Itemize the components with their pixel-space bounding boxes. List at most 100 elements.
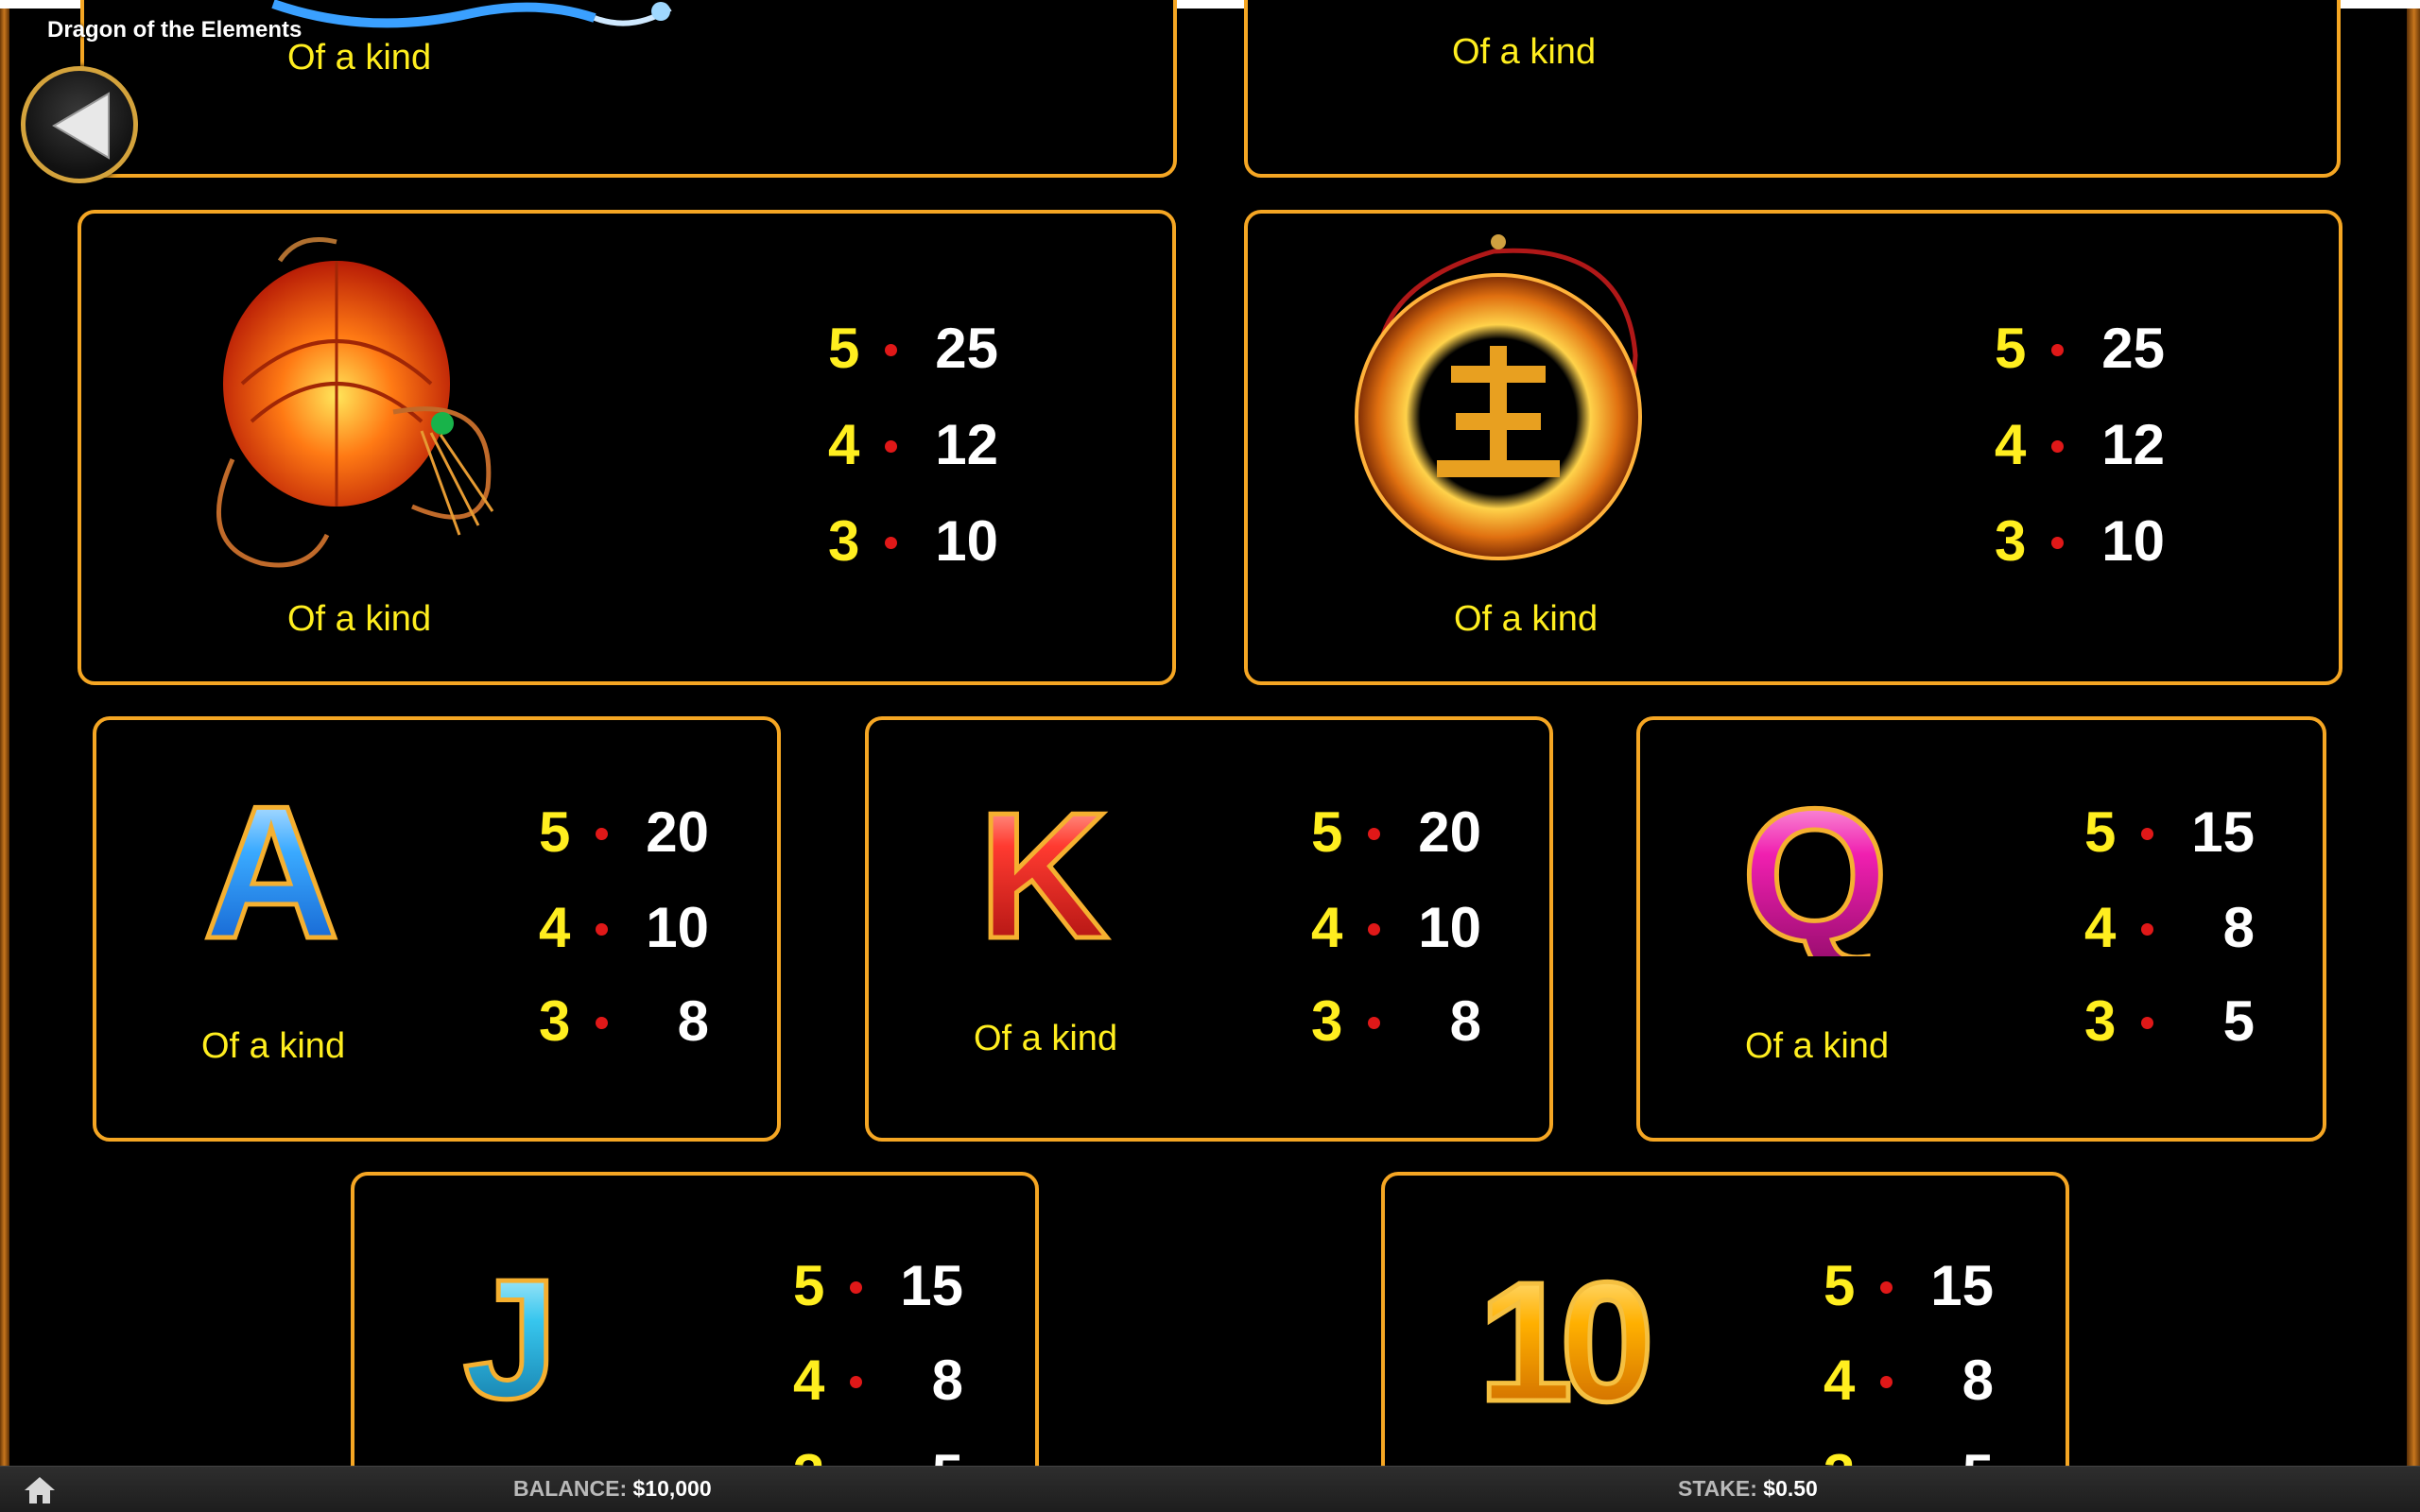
paytable-card-jack: J 5 15 4 8 3 5	[351, 1172, 1039, 1512]
payout-row-4: 4 10	[1311, 895, 1557, 971]
payout-value: 25	[2101, 317, 2165, 380]
separator-dot	[2051, 344, 2064, 356]
right-frame-border	[2407, 9, 2420, 1466]
of-a-kind-label: Of a kind	[1745, 1026, 1890, 1066]
payout-row-3: 3 10	[1995, 508, 2240, 584]
left-frame-border	[0, 9, 9, 1466]
letter-q-icon: Q	[1739, 791, 1892, 956]
symbol-count: 3	[1995, 509, 2027, 573]
separator-dot	[2141, 1017, 2153, 1029]
payout-row-4: 4 10	[539, 895, 785, 971]
symbol-count: 5	[793, 1254, 825, 1317]
game-title: Dragon of the Elements	[47, 17, 302, 43]
red-lantern-icon	[216, 237, 494, 568]
separator-dot	[596, 828, 608, 840]
payout-row-5: 5 25	[1995, 316, 2240, 391]
symbol-count: 5	[2084, 800, 2117, 864]
separator-dot	[850, 1281, 862, 1294]
paytable-card-lantern: Of a kind 5 25 4 12 3 10	[78, 210, 1176, 685]
paytable-screen: Of a kind Of a kind Dragon of the Elemen…	[0, 0, 2420, 1512]
payout-value: 12	[935, 413, 998, 476]
symbol-count: 5	[828, 317, 860, 380]
separator-dot	[2141, 923, 2153, 936]
payout-value: 10	[935, 509, 998, 573]
payout-row-3: 3 8	[1311, 988, 1557, 1064]
payout-value: 8	[1449, 989, 1481, 1053]
symbol-letter: 10	[1478, 1251, 1648, 1421]
of-a-kind-label: Of a kind	[1452, 32, 1597, 72]
balance-display: BALANCE: $10,000	[513, 1476, 712, 1502]
payout-row-5: 5 20	[539, 799, 785, 875]
of-a-kind-label: Of a kind	[287, 599, 432, 639]
payout-row-4: 4 8	[1824, 1348, 2069, 1423]
payout-value: 8	[2222, 896, 2255, 959]
payout-value: 12	[2101, 413, 2165, 476]
separator-dot	[1368, 923, 1380, 936]
stake-display: STAKE: $0.50	[1678, 1476, 1818, 1502]
payout-value: 15	[900, 1254, 963, 1317]
payout-value: 10	[2101, 509, 2165, 573]
separator-dot	[1880, 1376, 1893, 1388]
symbol-count: 5	[1824, 1254, 1856, 1317]
payout-value: 15	[1930, 1254, 1994, 1317]
of-a-kind-label: Of a kind	[287, 38, 432, 77]
stake-label: STAKE:	[1678, 1476, 1757, 1501]
earth-coin-amulet-icon	[1355, 234, 1642, 560]
dragon-tail-icon	[271, 0, 672, 28]
of-a-kind-label: Of a kind	[974, 1019, 1118, 1058]
symbol-count: 5	[1995, 317, 2027, 380]
paytable-card-ten: 10 5 15 4 8 3 5	[1381, 1172, 2069, 1512]
symbol-count: 3	[539, 989, 571, 1053]
symbol-count: 4	[1824, 1349, 1856, 1412]
separator-dot	[596, 923, 608, 936]
back-button[interactable]	[21, 66, 138, 183]
separator-dot	[2141, 828, 2153, 840]
letter-a-icon: A	[200, 786, 341, 947]
separator-dot	[1880, 1281, 1893, 1294]
payout-row-3: 3 10	[828, 508, 1074, 584]
separator-dot	[2051, 537, 2064, 549]
separator-dot	[885, 344, 897, 356]
symbol-count: 3	[1311, 989, 1343, 1053]
payout-row-3: 3 8	[539, 988, 785, 1064]
symbol-count: 4	[1311, 896, 1343, 959]
symbol-letter: Q	[1741, 791, 1889, 956]
paytable-card-coin: Of a kind 5 25 4 12 3 10	[1244, 210, 2342, 685]
letter-j-icon: J	[460, 1256, 560, 1417]
payout-row-4: 4 12	[1995, 412, 2240, 488]
payout-value: 5	[2222, 989, 2255, 1053]
separator-dot	[1368, 1017, 1380, 1029]
payout-value: 15	[2191, 800, 2255, 864]
symbol-letter: A	[203, 786, 339, 947]
balance-label: BALANCE:	[513, 1476, 628, 1501]
separator-dot	[1368, 828, 1380, 840]
symbol-count: 4	[2084, 896, 2117, 959]
symbol-count: 4	[1995, 413, 2027, 476]
payout-row-3: 3 5	[2084, 988, 2330, 1064]
payout-value: 10	[646, 896, 709, 959]
home-icon[interactable]	[23, 1474, 57, 1506]
balance-value: $10,000	[632, 1476, 712, 1501]
back-arrow-icon	[52, 92, 110, 160]
payout-value: 8	[931, 1349, 963, 1412]
payout-value: 20	[646, 800, 709, 864]
payout-value: 20	[1418, 800, 1481, 864]
symbol-count: 4	[793, 1349, 825, 1412]
payout-row-4: 4 8	[2084, 895, 2330, 971]
payout-row-5: 5 15	[793, 1253, 1039, 1329]
symbol-count: 5	[539, 800, 571, 864]
payout-row-5: 5 15	[2084, 799, 2330, 875]
paytable-card-king: K Of a kind 5 20 4 10 3 8	[865, 716, 1553, 1142]
symbol-letter: J	[463, 1256, 558, 1417]
bottom-status-bar: BALANCE: $10,000 STAKE: $0.50	[0, 1466, 2420, 1512]
symbol-count: 3	[2084, 989, 2117, 1053]
payout-value: 8	[677, 989, 709, 1053]
number-10-icon: 10	[1476, 1251, 1659, 1421]
stake-value: $0.50	[1763, 1476, 1818, 1501]
paytable-card-top-right: Of a kind	[1244, 0, 2341, 178]
symbol-count: 4	[539, 896, 571, 959]
payout-value: 25	[935, 317, 998, 380]
of-a-kind-label: Of a kind	[201, 1026, 346, 1066]
paytable-card-queen: Q Of a kind 5 15 4 8 3 5	[1636, 716, 2326, 1142]
symbol-count: 3	[828, 509, 860, 573]
